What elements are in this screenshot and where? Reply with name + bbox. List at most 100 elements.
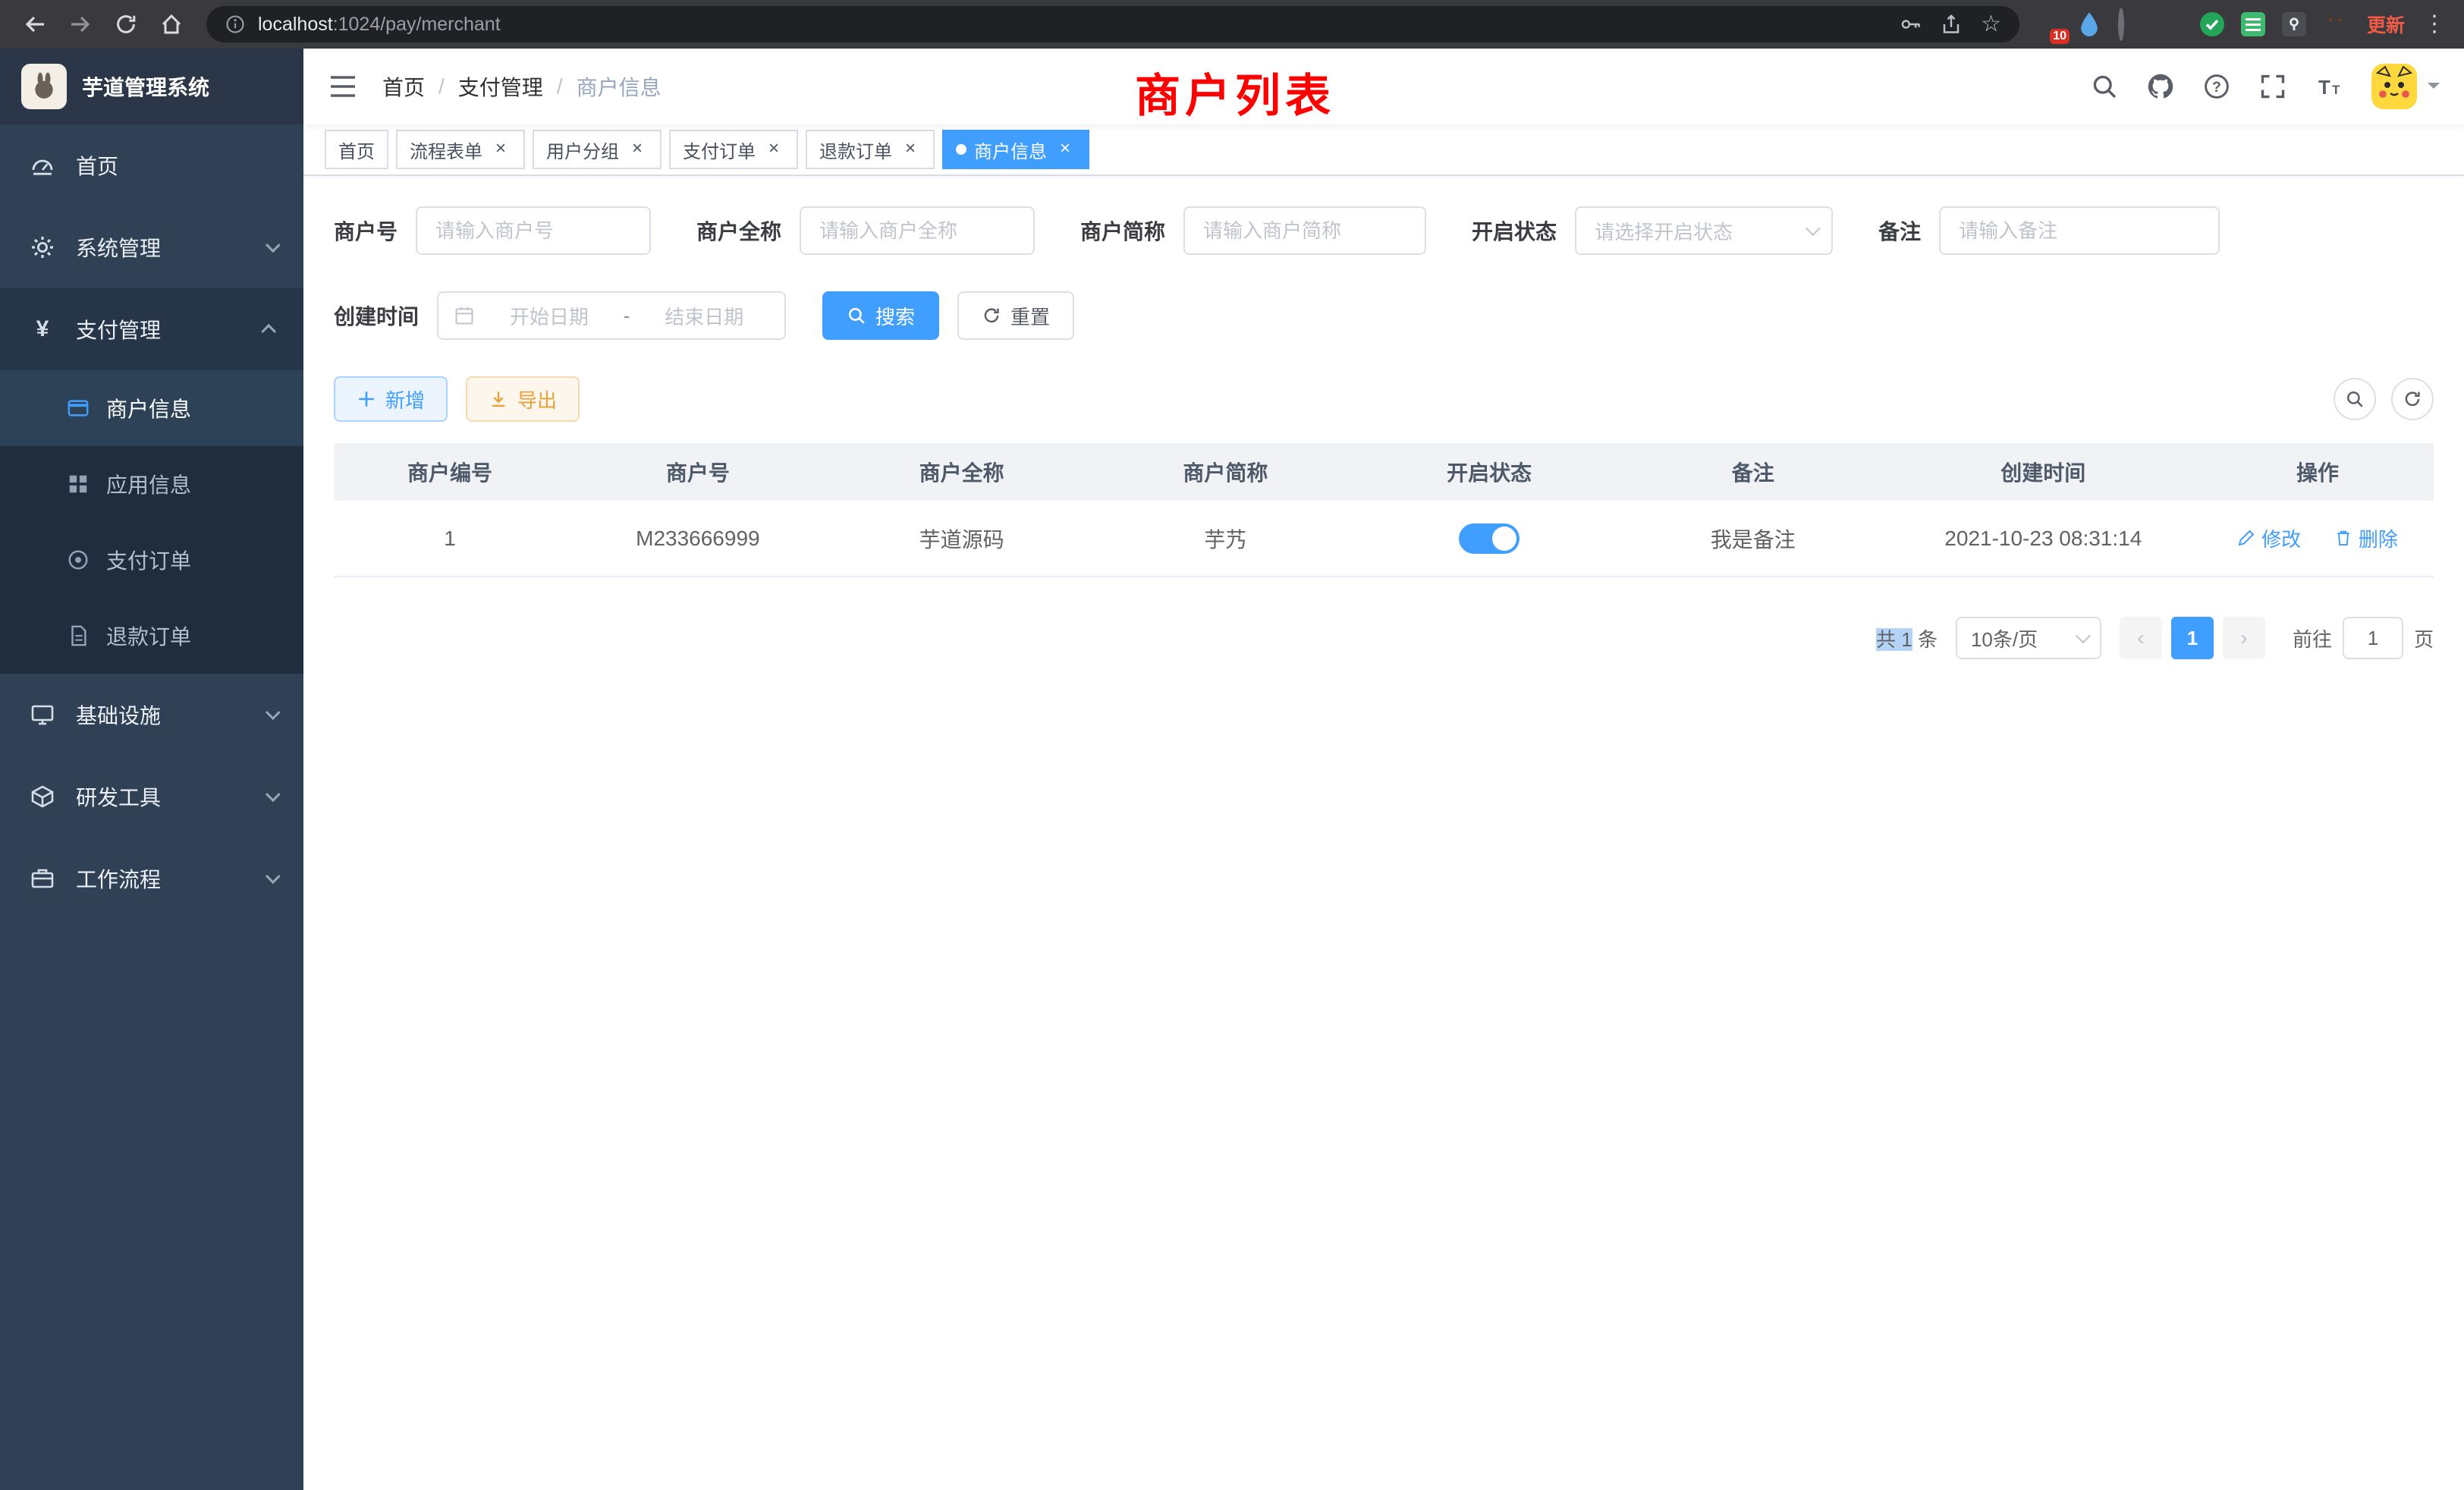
cell-id: 1 — [334, 501, 566, 577]
github-icon[interactable] — [2147, 73, 2174, 100]
date-separator: - — [624, 304, 630, 328]
tab-refund-order[interactable]: 退款订单× — [806, 130, 935, 169]
field-label: 商户号 — [334, 215, 398, 246]
column-header: 商户号 — [566, 443, 830, 501]
url-path: :1024/pay/merchant — [333, 14, 501, 35]
cell-remark: 我是备注 — [1621, 501, 1885, 577]
tab-label: 首页 — [338, 137, 375, 163]
extension-check-icon[interactable] — [2198, 11, 2226, 38]
card-icon — [67, 397, 90, 420]
status-toggle[interactable] — [1459, 523, 1520, 554]
address-bar[interactable]: localhost:1024/pay/merchant ☆ — [206, 6, 2019, 42]
extension-drop-icon[interactable] — [2076, 11, 2103, 38]
extension-notes-icon[interactable] — [2239, 11, 2267, 38]
extension-pin-icon[interactable] — [2280, 11, 2308, 38]
close-icon[interactable]: × — [900, 139, 921, 160]
merchant-no-input[interactable] — [416, 206, 651, 255]
breadcrumb-payment[interactable]: 支付管理 — [458, 71, 543, 102]
browser-forward-button[interactable] — [61, 5, 100, 44]
export-button[interactable]: 导出 — [466, 376, 580, 422]
sidebar-item-workflow[interactable]: 工作流程 — [0, 838, 303, 919]
site-info-icon[interactable] — [225, 14, 246, 35]
prev-page-button[interactable]: ‹ — [2120, 617, 2162, 659]
sidebar-item-refund-order[interactable]: 退款订单 — [0, 598, 303, 674]
content: 商户号 商户全称 商户简称 开启状态 请选择开启状态 — [303, 176, 2464, 1490]
extension-grid-icon[interactable]: 10 — [2035, 11, 2062, 38]
tab-pay-order[interactable]: 支付订单× — [669, 130, 798, 169]
logo-rabbit-icon — [21, 64, 67, 109]
extension-dark-icon[interactable] — [2117, 11, 2144, 38]
font-size-icon[interactable]: TT — [2315, 73, 2343, 100]
pagination-goto: 前往 页 — [2293, 617, 2434, 659]
extension-emoji-icon[interactable] — [2321, 11, 2349, 38]
filter-full-name: 商户全称 — [696, 206, 1035, 255]
edit-link[interactable]: 修改 — [2237, 524, 2301, 552]
target-icon — [67, 549, 90, 571]
sidebar-item-label: 系统管理 — [76, 232, 161, 262]
sidebar-item-home[interactable]: 首页 — [0, 124, 303, 206]
dashboard-icon — [30, 153, 55, 178]
browser-menu-icon[interactable]: ⋮ — [2420, 13, 2449, 36]
page-number-1[interactable]: 1 — [2171, 617, 2214, 659]
sidebar-logo[interactable]: 芋道管理系统 — [0, 49, 303, 124]
goto-page-input[interactable] — [2343, 617, 2403, 659]
extensions-area: 10 — [2035, 11, 2349, 38]
browser-home-button[interactable] — [152, 5, 191, 44]
search-icon[interactable] — [2091, 73, 2118, 100]
status-select[interactable]: 请选择开启状态 — [1575, 206, 1833, 255]
chrome-update-button[interactable]: 更新 — [2367, 11, 2405, 38]
toolbar-right — [2334, 378, 2434, 420]
column-header: 商户编号 — [334, 443, 566, 501]
page-size-select[interactable]: 10条/页 — [1956, 617, 2101, 659]
add-button[interactable]: 新增 — [334, 376, 448, 422]
close-icon[interactable]: × — [490, 139, 511, 160]
page-size-value: 10条/页 — [1971, 624, 2038, 652]
sidebar-item-merchant-info[interactable]: 商户信息 — [0, 370, 303, 446]
column-header: 开启状态 — [1357, 443, 1621, 501]
reset-button[interactable]: 重置 — [957, 291, 1074, 340]
sidebar-item-payment[interactable]: ¥ 支付管理 — [0, 288, 303, 370]
sidebar-item-infrastructure[interactable]: 基础设施 — [0, 674, 303, 756]
search-button[interactable]: 搜索 — [822, 291, 939, 340]
search-button-label: 搜索 — [875, 302, 915, 330]
chevron-down-icon — [266, 787, 281, 802]
close-icon[interactable]: × — [627, 139, 648, 160]
delete-link[interactable]: 删除 — [2334, 524, 2398, 552]
tab-merchant-info[interactable]: 商户信息× — [942, 130, 1089, 169]
browser-back-button[interactable] — [15, 5, 55, 44]
gear-icon — [30, 235, 55, 259]
close-icon[interactable]: × — [763, 139, 784, 160]
browser-reload-button[interactable] — [106, 5, 146, 44]
sidebar-fold-icon[interactable] — [328, 71, 358, 102]
tab-process-form[interactable]: 流程表单× — [396, 130, 525, 169]
full-name-input[interactable] — [800, 206, 1035, 255]
briefcase-icon — [30, 866, 55, 891]
sidebar-item-label: 基础设施 — [76, 699, 161, 730]
sidebar-item-system[interactable]: 系统管理 — [0, 206, 303, 288]
user-menu[interactable] — [2371, 64, 2440, 109]
date-range-picker[interactable]: 开始日期 - 结束日期 — [437, 291, 786, 340]
short-name-input[interactable] — [1183, 206, 1426, 255]
share-icon[interactable] — [1940, 13, 1963, 36]
breadcrumb-home[interactable]: 首页 — [382, 71, 425, 102]
close-icon[interactable]: × — [1054, 139, 1076, 160]
pagination-total-highlight: 共 1 — [1876, 628, 1912, 651]
document-icon — [67, 624, 90, 647]
sidebar-item-pay-order[interactable]: 支付订单 — [0, 522, 303, 598]
address-bar-actions: ☆ — [1899, 13, 2001, 36]
extension-avatar-icon[interactable] — [2158, 11, 2185, 38]
url-domain: localhost — [258, 14, 333, 35]
filter-status: 开启状态 请选择开启状态 — [1472, 206, 1833, 255]
next-page-button[interactable]: › — [2223, 617, 2265, 659]
tab-home[interactable]: 首页 — [325, 130, 388, 169]
bookmark-star-icon[interactable]: ☆ — [1981, 13, 2001, 36]
fullscreen-icon[interactable] — [2259, 73, 2286, 100]
toggle-search-icon[interactable] — [2334, 378, 2376, 420]
help-icon[interactable]: ? — [2203, 73, 2230, 100]
refresh-icon[interactable] — [2391, 378, 2434, 420]
remark-input[interactable] — [1939, 206, 2220, 255]
tab-user-group[interactable]: 用户分组× — [533, 130, 662, 169]
sidebar-item-app-info[interactable]: 应用信息 — [0, 446, 303, 522]
sidebar-item-dev-tools[interactable]: 研发工具 — [0, 756, 303, 838]
password-key-icon[interactable] — [1899, 13, 1922, 36]
